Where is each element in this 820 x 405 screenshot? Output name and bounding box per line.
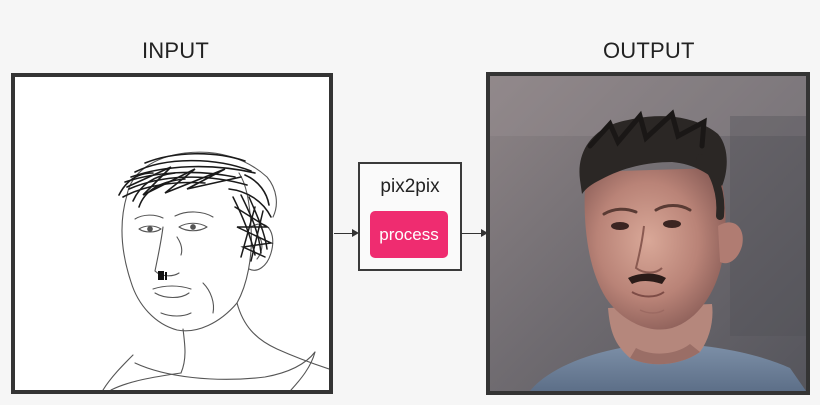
input-title: INPUT — [142, 38, 209, 63]
output-image — [486, 72, 810, 395]
output-title: OUTPUT — [603, 38, 695, 63]
output-connector-line — [461, 233, 483, 234]
model-name: pix2pix — [380, 176, 440, 197]
input-canvas[interactable] — [11, 73, 333, 394]
sketch-drawing — [15, 77, 329, 390]
pix2pix-demo: INPUT OUTPUT pix2pix process — [0, 0, 820, 405]
model-box: pix2pix process — [358, 162, 462, 271]
input-connector-line — [334, 233, 354, 234]
process-button[interactable]: process — [370, 211, 448, 258]
generated-portrait — [490, 76, 806, 391]
